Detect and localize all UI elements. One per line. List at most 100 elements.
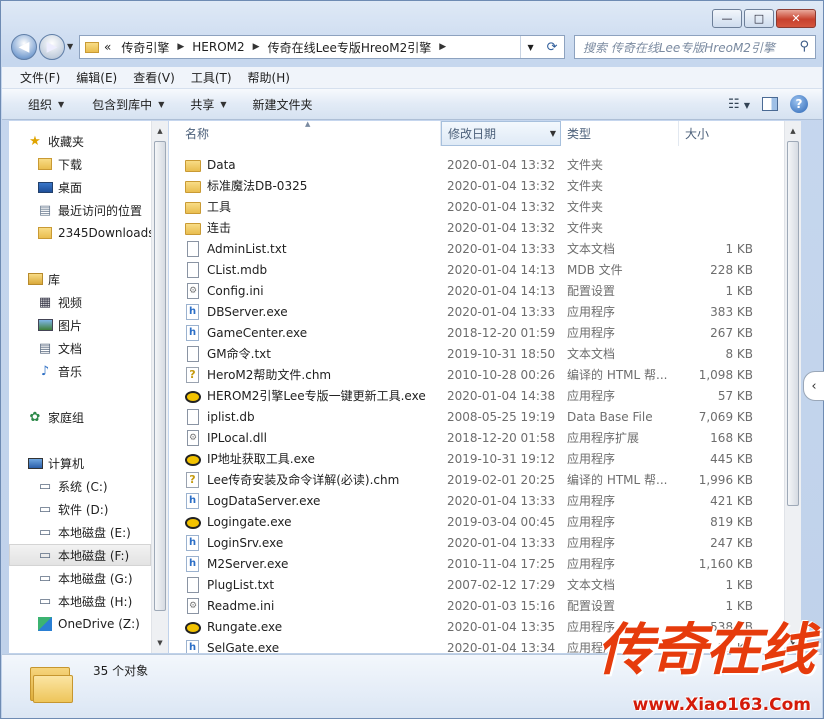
file-row[interactable]: h LoginSrv.exe 2020-01-04 13:33 应用程序 247 KB (169, 532, 784, 553)
nav-libraries[interactable]: 库 (27, 268, 151, 290)
breadcrumb-item[interactable]: HEROM2 (187, 40, 249, 54)
column-header-date[interactable]: 修改日期 ▼ (441, 121, 561, 146)
file-row[interactable]: PlugList.txt 2007-02-12 17:29 文本文档 1 KB (169, 574, 784, 595)
file-date: 2020-01-04 13:35 (447, 619, 556, 634)
file-row[interactable]: h DBServer.exe 2020-01-04 13:33 应用程序 383 KB (169, 301, 784, 322)
file-row[interactable]: Logingate.exe 2019-03-04 00:45 应用程序 819 KB (169, 511, 784, 532)
preview-pane-icon[interactable] (762, 97, 778, 111)
file-row[interactable]: ⚙ Config.ini 2020-01-04 14:13 配置设置 1 KB (169, 280, 784, 301)
breadcrumb-overflow[interactable]: « (99, 40, 116, 54)
nav-favorites[interactable]: ★ 收藏夹 (27, 130, 151, 152)
file-name-text: IP地址获取工具.exe (207, 452, 315, 466)
close-button[interactable]: ✕ (776, 9, 816, 28)
file-row[interactable]: GM命令.txt 2019-10-31 18:50 文本文档 8 KB (169, 343, 784, 364)
column-header-size[interactable]: 大小 (679, 121, 759, 146)
scroll-up-arrow-icon[interactable]: ▲ (785, 123, 801, 139)
side-expand-button[interactable]: ‹ (803, 371, 824, 401)
chevron-down-icon[interactable]: ▼ (550, 129, 556, 138)
menu-file[interactable]: 文件(F) (12, 69, 68, 86)
search-icon[interactable]: ⚲ (799, 39, 809, 54)
nav-drive-e[interactable]: ▭ 本地磁盘 (E:) (37, 521, 151, 543)
help-icon[interactable]: ? (790, 95, 808, 113)
nav-desktop[interactable]: 桌面 (37, 176, 151, 198)
menu-help[interactable]: 帮助(H) (240, 69, 298, 86)
application-icon: h (186, 303, 199, 320)
include-in-library-button[interactable]: 包含到库中 ▼ (82, 96, 174, 113)
menu-view[interactable]: 查看(V) (125, 69, 183, 86)
column-header-type[interactable]: 类型 (561, 121, 679, 146)
file-row[interactable]: 连击 2020-01-04 13:32 文件夹 (169, 217, 784, 238)
back-button[interactable]: ◀ (11, 34, 37, 60)
nav-documents[interactable]: ▤ 文档 (37, 337, 151, 359)
file-row[interactable]: Data 2020-01-04 13:32 文件夹 (169, 154, 784, 175)
minimize-button[interactable]: — (712, 9, 742, 28)
breadcrumb-item[interactable]: 传奇在线Lee专版HreoM2引擎 (263, 39, 437, 56)
column-header-name[interactable]: 名称 (179, 121, 441, 146)
scrollbar-thumb[interactable] (154, 141, 166, 611)
nav-drive-d[interactable]: ▭ 软件 (D:) (37, 498, 151, 520)
column-label: 修改日期 (448, 127, 497, 141)
new-folder-button[interactable]: 新建文件夹 (243, 96, 323, 113)
organize-button[interactable]: 组织 ▼ (18, 96, 74, 113)
nav-drive-h[interactable]: ▭ 本地磁盘 (H:) (37, 590, 151, 612)
view-options-icon[interactable]: ☷ ▼ (728, 97, 750, 112)
nav-recent-places[interactable]: ▤ 最近访问的位置 (37, 199, 151, 221)
eye-app-icon (185, 621, 201, 634)
breadcrumb-item[interactable]: 传奇引擎 (116, 39, 174, 56)
maximize-button[interactable]: □ (744, 9, 774, 28)
nav-drive-f[interactable]: ▭ 本地磁盘 (F:) (9, 544, 151, 566)
file-row[interactable]: AdminList.txt 2020-01-04 13:33 文本文档 1 KB (169, 238, 784, 259)
file-row[interactable]: ? HeroM2帮助文件.chm 2010-10-28 00:26 编译的 HTML … (169, 364, 784, 385)
file-row[interactable]: CList.mdb 2020-01-04 14:13 MDB 文件 228 KB (169, 259, 784, 280)
file-row[interactable]: 标准魔法DB-0325 2020-01-04 13:32 文件夹 (169, 175, 784, 196)
share-button[interactable]: 共享 ▼ (180, 96, 236, 113)
nav-videos[interactable]: ▦ 视频 (37, 291, 151, 313)
file-row[interactable]: h GameCenter.exe 2018-12-20 01:59 应用程序 267 K… (169, 322, 784, 343)
file-row[interactable]: h LogDataServer.exe 2020-01-04 13:33 应用程序 42… (169, 490, 784, 511)
refresh-icon[interactable]: ⟳ (547, 40, 558, 55)
file-date: 2020-01-04 13:34 (447, 640, 556, 654)
menu-edit[interactable]: 编辑(E) (68, 69, 125, 86)
file-size: 1,996 KB (698, 472, 753, 487)
nav-music[interactable]: ♪ 音乐 (37, 360, 151, 382)
chevron-down-icon: ▼ (58, 99, 65, 109)
nav-label: 计算机 (48, 456, 85, 471)
menu-tools[interactable]: 工具(T) (183, 69, 240, 86)
application-icon: h (186, 639, 199, 653)
nav-drive-g[interactable]: ▭ 本地磁盘 (G:) (37, 567, 151, 589)
chevron-right-icon[interactable]: ▶ (174, 42, 187, 52)
file-list-scrollbar[interactable]: ▲ ▼ (784, 121, 801, 653)
search-input[interactable]: 搜索 传奇在线Lee专版HreoM2引擎 ⚲ (574, 35, 816, 59)
nav-downloads[interactable]: 下载 (37, 153, 151, 175)
chevron-down-icon[interactable]: ▼ (527, 43, 533, 52)
scrollbar-thumb[interactable] (787, 141, 799, 506)
drive-icon: ▭ (38, 501, 52, 517)
file-row[interactable]: HEROM2引擎Lee专版一键更新工具.exe 2020-01-04 14:38 应… (169, 385, 784, 406)
pictures-icon (37, 317, 53, 333)
file-row[interactable]: h M2Server.exe 2010-11-04 17:25 应用程序 1,160 K… (169, 553, 784, 574)
library-icon (27, 271, 43, 287)
file-row[interactable]: iplist.db 2008-05-25 19:19 Data Base File 7… (169, 406, 784, 427)
forward-button[interactable]: ▶ (39, 34, 65, 60)
settings-file-icon: ⚙ (187, 597, 199, 614)
file-type: 编译的 HTML 帮... (567, 368, 668, 382)
nav-pictures[interactable]: 图片 (37, 314, 151, 336)
chevron-right-icon[interactable]: ▶ (250, 42, 263, 52)
nav-drive-c[interactable]: ▭ 系统 (C:) (37, 475, 151, 497)
file-row[interactable]: ⚙ IPLocal.dll 2018-12-20 01:58 应用程序扩展 168 KB (169, 427, 784, 448)
recent-pages-dropdown[interactable]: ▼ (67, 42, 73, 51)
chevron-right-icon[interactable]: ▶ (436, 42, 449, 52)
nav-onedrive[interactable]: OneDrive (Z:) (37, 613, 151, 635)
file-row[interactable]: 工具 2020-01-04 13:32 文件夹 (169, 196, 784, 217)
nav-2345downloads[interactable]: 2345Downloads (37, 222, 151, 244)
nav-homegroup[interactable]: ✿ 家庭组 (27, 406, 151, 428)
nav-computer[interactable]: 计算机 (27, 452, 151, 474)
scroll-up-arrow-icon[interactable]: ▲ (152, 123, 168, 139)
file-row[interactable]: IP地址获取工具.exe 2019-10-31 19:12 应用程序 445 KB (169, 448, 784, 469)
file-row[interactable]: ? Lee传奇安装及命令详解(必读).chm 2019-02-01 20:25 编译的… (169, 469, 784, 490)
address-bar[interactable]: « 传奇引擎 ▶ HEROM2 ▶ 传奇在线Lee专版HreoM2引擎 ▶ ▼ … (79, 35, 565, 59)
scroll-down-arrow-icon[interactable]: ▼ (152, 635, 168, 651)
navigation-scrollbar[interactable]: ▲ ▼ (151, 121, 168, 653)
file-type: Data Base File (567, 409, 653, 424)
explorer-window: — □ ✕ ◀ ▶ ▼ « 传奇引擎 ▶ HEROM2 ▶ 传奇在线Lee专版H… (0, 0, 824, 719)
